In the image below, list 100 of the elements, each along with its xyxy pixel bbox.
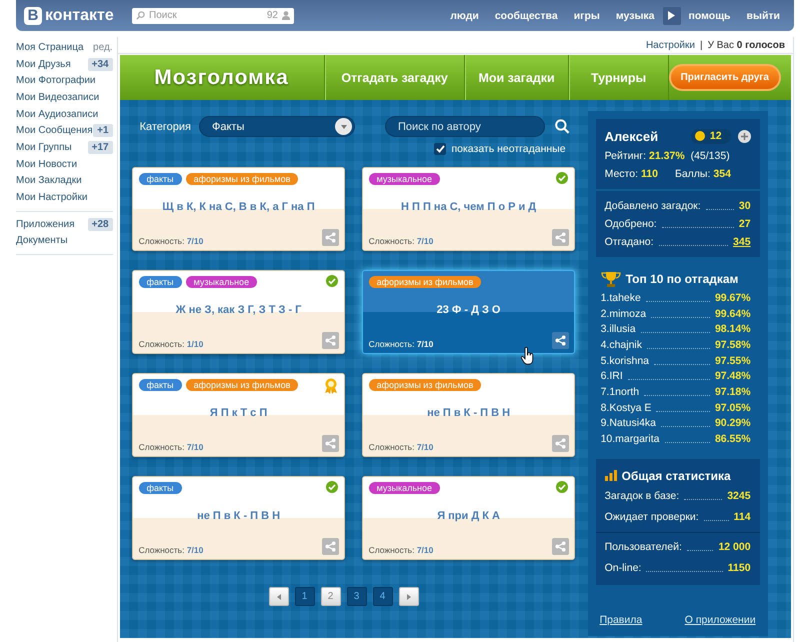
- category-tag: музыкальное: [186, 276, 258, 288]
- player-score: 99.64%: [714, 308, 751, 320]
- player-score: 98.14%: [714, 323, 751, 336]
- sidebar-item[interactable]: Моя Страница ред.: [16, 39, 113, 56]
- riddle-card[interactable]: факты афоризмы из фильмов Щ в К, К на С, В в К, а Г на П Сложность: 7/10: [132, 167, 345, 251]
- sidebar-item[interactable]: Мои Группы +17: [16, 139, 113, 156]
- player-name: 8.Kostya E: [600, 402, 652, 414]
- category-tag: музыкальное: [368, 482, 440, 494]
- stat-label: Одобрено:: [604, 218, 657, 230]
- stat-link[interactable]: 345: [733, 236, 751, 248]
- stat-value: 1150: [728, 562, 751, 574]
- page-button[interactable]: 1: [294, 587, 315, 606]
- footer-link[interactable]: О приложении: [684, 614, 756, 626]
- nav-link[interactable]: выйти: [738, 10, 788, 22]
- sidebar-label[interactable]: Моя Страница: [16, 42, 84, 53]
- count-badge: +1: [93, 124, 113, 138]
- share-icon: [324, 438, 336, 449]
- right-arrow-icon: [406, 594, 411, 600]
- player-name: 9.Natusi4ka: [600, 417, 656, 430]
- nav-link[interactable]: помощь: [680, 10, 739, 22]
- riddle-text: Щ в К, К на С, В в К, а Г на П: [161, 200, 316, 215]
- riddle-card[interactable]: афоризмы из фильмов не П в К - П В Н Сложность: 7/10: [362, 373, 575, 457]
- logo-icon[interactable]: В: [24, 6, 42, 24]
- user-name: Алексей: [604, 128, 658, 144]
- player-name: 3.illusia: [600, 323, 636, 336]
- previous-page-button[interactable]: [268, 587, 289, 606]
- riddle-card[interactable]: факты не П в К - П В Н Сложность: 7/10: [132, 476, 345, 560]
- sidebar-item[interactable]: Мои Аудиозаписи: [16, 106, 113, 122]
- riddle-card[interactable]: музыкальное Я при Д К А Сложность: 7/10: [362, 476, 575, 560]
- share-icon: [554, 335, 566, 346]
- sidebar-item[interactable]: Мои Друзья +34: [16, 56, 113, 72]
- riddle-card[interactable]: факты музыкальное Ж не З, как З Г, З Т З - Г Сложность: 1/10: [132, 270, 345, 354]
- footer-link[interactable]: Правила: [600, 614, 642, 626]
- nav-link[interactable]: люди: [442, 10, 487, 22]
- share-icon: [324, 335, 336, 346]
- general-title: Общая статистика: [622, 468, 731, 483]
- stat-label: On-line:: [604, 562, 642, 574]
- sidebar-item[interactable]: Мои Настройки: [16, 189, 113, 206]
- player-score: 97.58%: [714, 338, 751, 351]
- edit-link[interactable]: ред.: [93, 42, 113, 53]
- share-icon: [324, 541, 336, 552]
- count-badge: +28: [88, 218, 113, 231]
- player-score: 86.55%: [714, 433, 751, 446]
- stat-value: 12 000: [718, 541, 751, 554]
- riddle-text: Н П П на С, чем П о Р и Д: [400, 200, 538, 215]
- share-button[interactable]: [552, 332, 569, 349]
- nav-link[interactable]: музыка: [608, 10, 663, 22]
- player-name: 5.korishna: [600, 354, 650, 367]
- sidebar-label[interactable]: Мои Сообщения: [16, 125, 93, 136]
- logo-text[interactable]: контакте: [45, 6, 114, 24]
- rating-value: 21.37%: [649, 150, 685, 162]
- player-name: 6.IRI: [600, 370, 623, 382]
- next-page-button[interactable]: [398, 587, 419, 606]
- sidebar-item[interactable]: Мои Сообщения +1: [16, 122, 113, 140]
- player-score: 97.48%: [714, 370, 751, 382]
- riddle-card[interactable]: факты афоризмы из фильмов Я П к Т с П Сложность: 7/10: [132, 373, 345, 457]
- nav-link[interactable]: игры: [566, 10, 608, 22]
- sidebar-item[interactable]: Мои Фотографии: [16, 72, 113, 90]
- settings-link[interactable]: Настройки: [646, 40, 695, 50]
- search-icon: [136, 11, 145, 20]
- player-score: 97.55%: [714, 354, 751, 367]
- category-tag: афоризмы из фильмов: [186, 172, 298, 184]
- sidebar-label[interactable]: Мои Друзья: [16, 58, 71, 70]
- search-icon[interactable]: [555, 119, 570, 134]
- page-button[interactable]: 3: [346, 587, 367, 606]
- player-name: 4.chajnik: [600, 338, 642, 351]
- play-icon[interactable]: [662, 6, 681, 24]
- sidebar-item[interactable]: Мои Закладки: [16, 172, 113, 190]
- sidebar-item[interactable]: Приложения +28: [16, 216, 113, 233]
- difficulty-text: Сложность: 7/10: [368, 236, 434, 246]
- share-icon: [554, 541, 566, 552]
- sidebar-label[interactable]: Мои Группы: [16, 142, 72, 153]
- add-button[interactable]: [738, 130, 751, 142]
- share-icon: [324, 232, 336, 243]
- search-count: 92: [266, 10, 278, 21]
- nav-link[interactable]: сообщества: [486, 10, 566, 22]
- rating-detail: (45/135): [690, 150, 730, 162]
- separator: |: [700, 40, 703, 50]
- sidebar-item[interactable]: Мои Видеозаписи: [16, 89, 113, 106]
- difficulty-text: Сложность: 7/10: [138, 442, 204, 452]
- difficulty-text: Сложность: 7/10: [368, 339, 434, 349]
- riddle-card[interactable]: музыкальное Н П П на С, чем П о Р и Д Сложность: 7/10: [362, 167, 575, 251]
- category-tag: афоризмы из фильмов: [368, 378, 482, 390]
- author-search-field[interactable]: Поиск по автору: [385, 116, 545, 137]
- checkbox-label[interactable]: показать неотгаданные: [451, 143, 566, 155]
- category-dropdown[interactable]: Факты: [199, 116, 355, 137]
- category-tag: музыкальное: [368, 172, 440, 184]
- sidebar-item[interactable]: Мои Новости: [16, 156, 113, 172]
- count-badge: +17: [88, 140, 113, 154]
- points-value: 354: [713, 168, 731, 180]
- points-label: Баллы:: [674, 168, 710, 180]
- category-label: Категория: [140, 120, 192, 132]
- page-button[interactable]: 4: [372, 587, 393, 606]
- sidebar-item[interactable]: Документы: [16, 232, 113, 250]
- player-score: 97.18%: [714, 386, 751, 398]
- category-tag: факты: [138, 378, 182, 390]
- category-tag: афоризмы из фильмов: [186, 378, 298, 390]
- category-tag: афоризмы из фильмов: [368, 276, 482, 288]
- checkbox[interactable]: [434, 143, 446, 155]
- sidebar-label[interactable]: Приложения: [16, 218, 75, 230]
